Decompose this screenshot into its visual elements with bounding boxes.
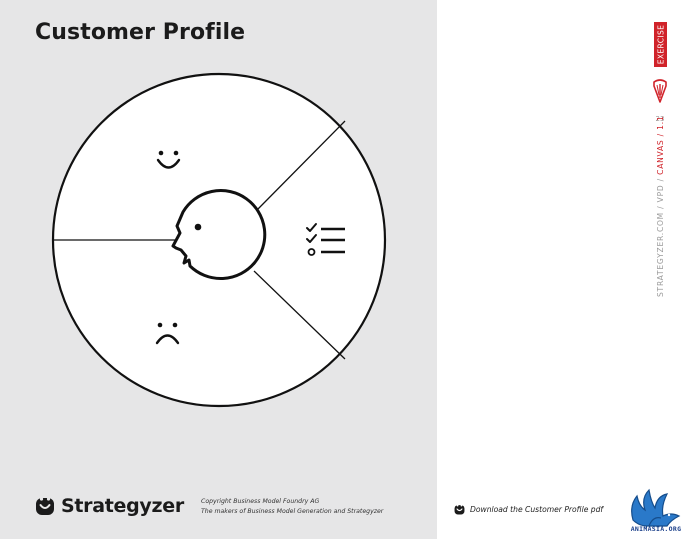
breadcrumb-current: CANVAS / 1.1 [656, 115, 665, 175]
exercise-label: EXERCISE [654, 22, 667, 67]
breadcrumb-prefix: STRATEGYZER.COM / VPD / [656, 174, 665, 297]
copyright-line-1: Copyright Business Model Foundry AG [201, 498, 320, 505]
face-eye [194, 223, 202, 231]
brand: Strategyzer [35, 494, 184, 518]
watermark-text: ANIMASIA.ORG [630, 525, 682, 533]
copyright-line-2: The makers of Business Model Generation … [201, 508, 384, 515]
download-pdf-link[interactable]: Download the Customer Profile pdf [454, 502, 603, 516]
customer-profile-canvas [51, 72, 387, 408]
strategyzer-logo-icon [36, 497, 54, 515]
pencil-icon [653, 79, 667, 103]
copyright-text: Copyright Business Model Foundry AG The … [201, 497, 383, 517]
exercise-label-text: EXERCISE [656, 24, 666, 65]
brand-name: Strategyzer [61, 495, 184, 517]
download-pdf-label: Download the Customer Profile pdf [470, 504, 604, 514]
strategyzer-small-icon [454, 504, 465, 514]
